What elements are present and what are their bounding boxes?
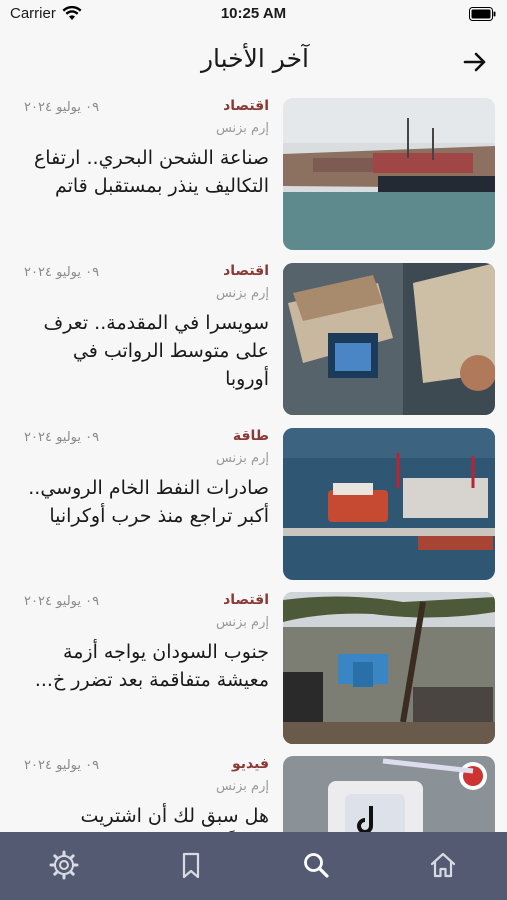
article-title[interactable]: صادرات النفط الخام الروسي.. أكبر تراجع م… (24, 474, 269, 530)
article-thumbnail[interactable] (283, 756, 495, 833)
article-date: ٠٩ يوليو ٢٠٢٤ (24, 594, 100, 609)
news-feed[interactable]: اقتصاد ٠٩ يوليو ٢٠٢٤ إرم بزنس صناعة الشح… (0, 98, 507, 833)
search-icon[interactable] (299, 848, 333, 882)
article-thumbnail[interactable] (283, 263, 495, 415)
battery-icon (469, 7, 496, 21)
clock: 10:25 AM (220, 5, 287, 22)
article-card[interactable]: فيديو ٠٩ يوليو ٢٠٢٤ إرم بزنس هل سبق لك أ… (0, 756, 507, 833)
article-title[interactable]: جنوب السودان يواجه أزمة معيشة متفاقمة بع… (24, 638, 269, 694)
article-source: إرم بزنس (215, 121, 269, 136)
article-thumbnail[interactable] (283, 592, 495, 744)
article-source: إرم بزنس (215, 779, 269, 794)
article-thumbnail[interactable] (283, 98, 495, 250)
article-source: إرم بزنس (215, 615, 269, 630)
article-date: ٠٩ يوليو ٢٠٢٤ (24, 100, 100, 115)
article-title[interactable]: هل سبق لك أن اشتريت منتجاً.. (24, 802, 269, 833)
article-category[interactable]: اقتصاد (223, 98, 269, 114)
article-title[interactable]: صناعة الشحن البحري.. ارتفاع التكاليف ينذ… (24, 144, 269, 200)
article-card[interactable]: اقتصاد ٠٩ يوليو ٢٠٢٤ إرم بزنس سويسرا في … (0, 263, 507, 415)
article-thumbnail[interactable] (283, 428, 495, 580)
article-category[interactable]: فيديو (232, 756, 269, 772)
article-date: ٠٩ يوليو ٢٠٢٤ (24, 430, 100, 445)
article-category[interactable]: طاقة (233, 428, 269, 444)
article-card[interactable]: اقتصاد ٠٩ يوليو ٢٠٢٤ إرم بزنس صناعة الشح… (0, 98, 507, 250)
page-title: آخر الأخبار (200, 44, 309, 73)
article-card[interactable]: اقتصاد ٠٩ يوليو ٢٠٢٤ إرم بزنس جنوب السود… (0, 592, 507, 744)
bookmark-icon[interactable] (174, 848, 208, 882)
article-source: إرم بزنس (215, 286, 269, 301)
header: آخر الأخبار (0, 40, 507, 84)
article-category[interactable]: اقتصاد (223, 263, 269, 279)
article-date: ٠٩ يوليو ٢٠٢٤ (24, 265, 100, 280)
article-category[interactable]: اقتصاد (223, 592, 269, 608)
home-icon[interactable] (426, 848, 460, 882)
arrow-right-icon[interactable] (461, 48, 489, 76)
article-source: إرم بزنس (215, 451, 269, 466)
article-card[interactable]: طاقة ٠٩ يوليو ٢٠٢٤ إرم بزنس صادرات النفط… (0, 428, 507, 580)
tab-bar (0, 832, 507, 900)
gear-icon[interactable] (47, 848, 81, 882)
status-bar: Carrier 10:25 AM (0, 0, 507, 30)
article-title[interactable]: سويسرا في المقدمة.. تعرف على متوسط الروا… (24, 309, 270, 393)
article-date: ٠٩ يوليو ٢٠٢٤ (24, 758, 100, 773)
